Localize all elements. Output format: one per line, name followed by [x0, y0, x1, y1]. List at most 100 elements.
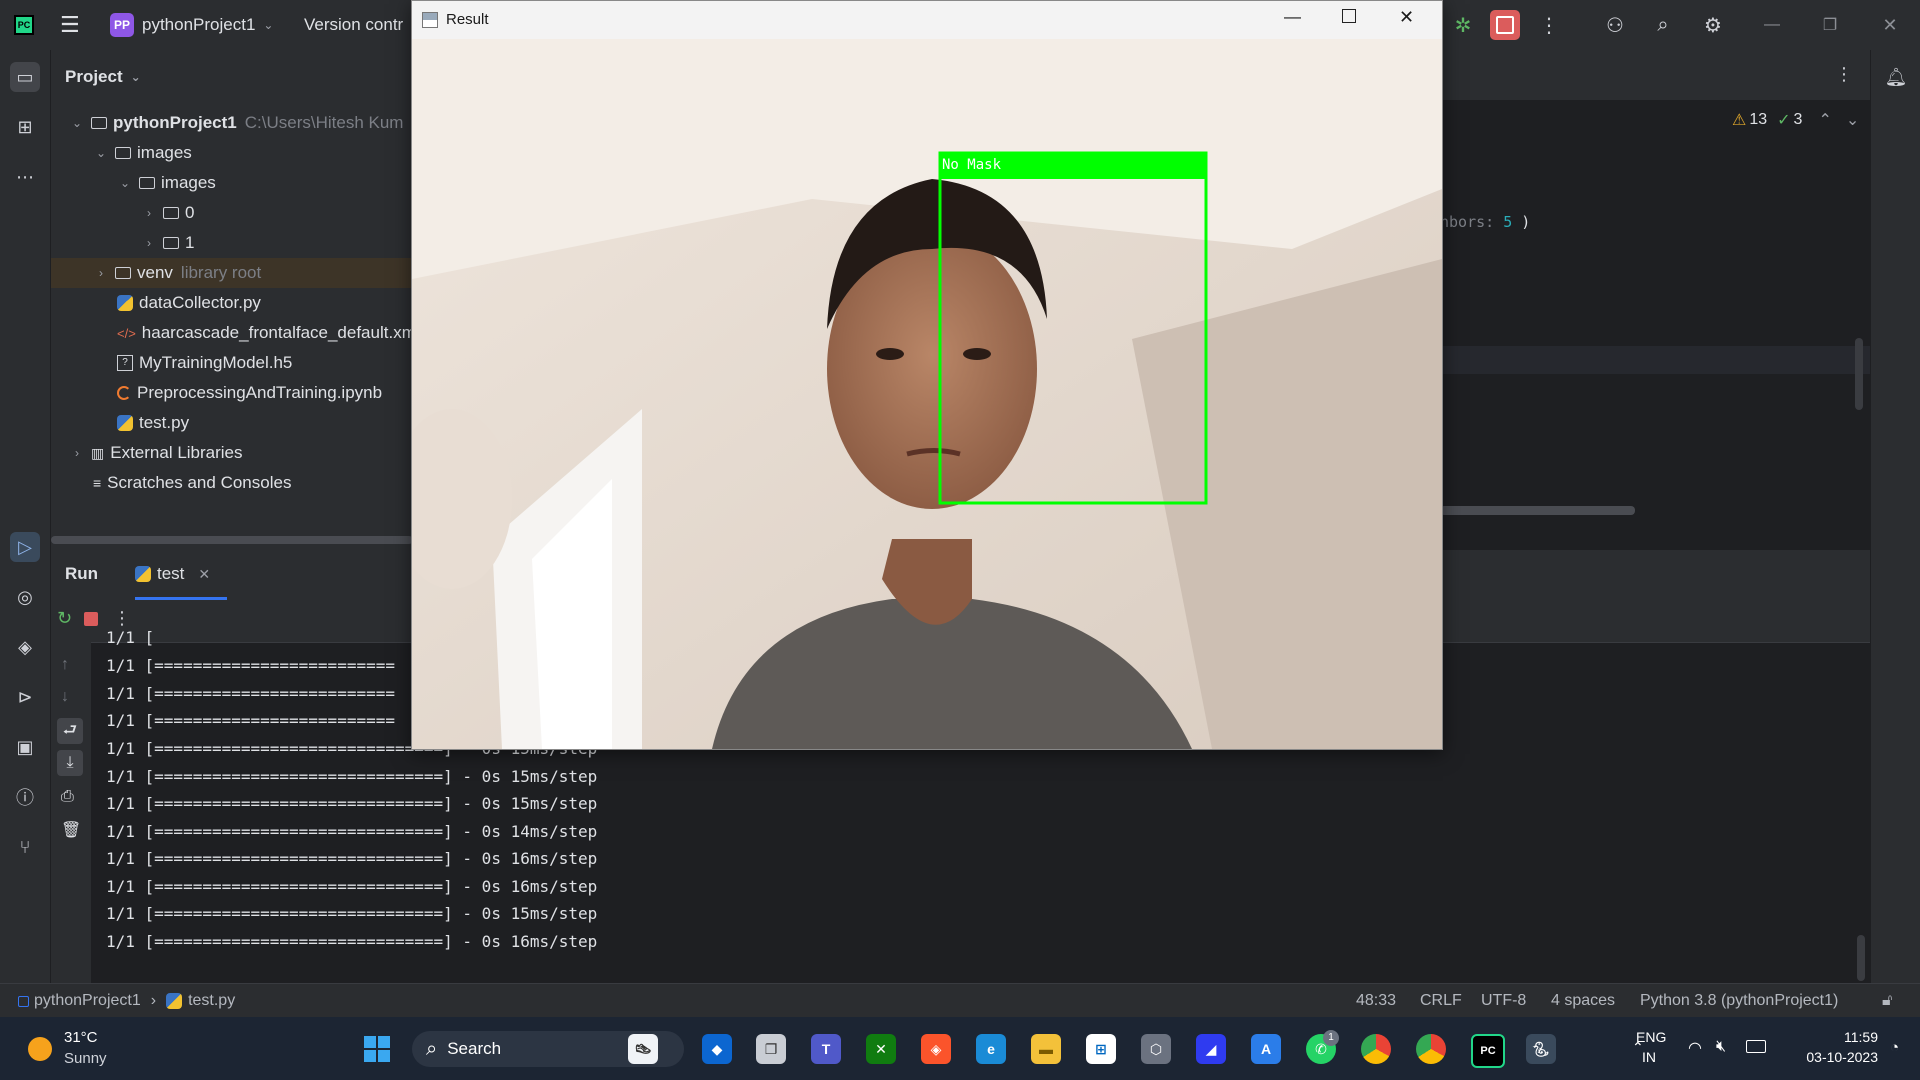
- problems-icon[interactable]: ⓘ: [10, 782, 40, 812]
- file-encoding[interactable]: UTF-8: [1481, 984, 1526, 1018]
- tree-item-external-libraries[interactable]: › ▥ External Libraries: [69, 438, 243, 468]
- search-label: Search: [447, 1039, 502, 1058]
- structure-icon[interactable]: ⊞: [10, 112, 40, 142]
- wifi-icon[interactable]: ◠: [1688, 1038, 1702, 1058]
- teams-icon[interactable]: T: [811, 1034, 841, 1064]
- chevron-up-icon[interactable]: ⌃: [1818, 110, 1831, 130]
- console-scrollbar[interactable]: [1857, 935, 1865, 981]
- soft-wrap-icon[interactable]: ⮐: [57, 718, 83, 744]
- run-tool-icon[interactable]: ▷: [10, 532, 40, 562]
- clock-date[interactable]: 03-10-2023: [1786, 1049, 1878, 1065]
- vertical-scrollbar[interactable]: [1855, 338, 1863, 410]
- lock-icon[interactable]: 🔓︎: [1882, 984, 1892, 1018]
- tree-item-model[interactable]: ? MyTrainingModel.h5: [117, 348, 292, 378]
- tab-test[interactable]: test ✕: [135, 564, 210, 584]
- weather-sun-icon[interactable]: [28, 1037, 52, 1061]
- caret-position[interactable]: 48:33: [1356, 984, 1396, 1018]
- scroll-to-end-icon[interactable]: ⤓: [57, 750, 83, 776]
- stop-button[interactable]: [1490, 10, 1520, 40]
- notifications-bell-icon[interactable]: 🔔︎: [1881, 62, 1911, 92]
- clock-time[interactable]: 11:59: [1786, 1029, 1878, 1045]
- task-view-icon[interactable]: ❐: [756, 1034, 786, 1064]
- widget-sneaker-icon[interactable]: 👟︎: [628, 1034, 658, 1064]
- minimize-icon[interactable]: —: [1284, 7, 1301, 27]
- more-horizontal-icon[interactable]: ⋯: [10, 162, 40, 192]
- arrow-down-icon[interactable]: ↓: [61, 688, 69, 706]
- breadcrumb-project[interactable]: pythonProject1: [34, 992, 141, 1010]
- xbox-icon[interactable]: ✕: [866, 1034, 896, 1064]
- volume-muted-icon[interactable]: 🔇︎: [1716, 1038, 1726, 1056]
- tree-item-test[interactable]: test.py: [117, 408, 189, 438]
- tree-item-label: MyTrainingModel.h5: [139, 353, 293, 372]
- trash-icon[interactable]: 🗑︎: [61, 820, 81, 840]
- minimize-icon[interactable]: —: [1757, 10, 1787, 40]
- chrome-icon[interactable]: [1361, 1034, 1391, 1064]
- indent-setting[interactable]: 4 spaces: [1551, 984, 1615, 1018]
- battery-icon[interactable]: [1746, 1040, 1766, 1053]
- version-control-menu[interactable]: Version contr: [304, 0, 403, 50]
- arrow-up-icon[interactable]: ↑: [61, 656, 69, 674]
- stop-icon[interactable]: [84, 612, 98, 626]
- project-selector[interactable]: PP pythonProject1 ⌄: [110, 0, 273, 50]
- result-window[interactable]: Result — ✕ No Mask: [411, 0, 1443, 750]
- close-icon[interactable]: ✕: [1875, 10, 1905, 40]
- horizontal-scrollbar[interactable]: [1440, 506, 1635, 515]
- microsoft-store-beta-icon[interactable]: ◆: [702, 1034, 732, 1064]
- vscode-icon[interactable]: ◢: [1196, 1034, 1226, 1064]
- rerun-icon[interactable]: ↻: [57, 608, 72, 629]
- weather-description[interactable]: Sunny: [64, 1050, 107, 1067]
- main-menu-icon[interactable]: ☰: [60, 0, 80, 50]
- editor-more-icon[interactable]: ⋮: [1835, 64, 1853, 85]
- weather-temperature[interactable]: 31°C: [64, 1029, 98, 1046]
- tree-item-scratches[interactable]: ≡ Scratches and Consoles: [93, 468, 291, 498]
- maximize-icon[interactable]: [1342, 9, 1356, 23]
- notification-bell-icon[interactable]: ◔: [1890, 1039, 1899, 1056]
- tree-item-images-sub[interactable]: ⌄ images: [117, 168, 216, 198]
- chrome-profile-icon[interactable]: [1416, 1034, 1446, 1064]
- layers-icon[interactable]: ◈: [10, 632, 40, 662]
- file-explorer-icon[interactable]: ▬: [1031, 1034, 1061, 1064]
- brave-browser-icon[interactable]: ◈: [921, 1034, 951, 1064]
- breadcrumb-file[interactable]: test.py: [188, 992, 235, 1010]
- language-code[interactable]: ENG: [1636, 1029, 1666, 1045]
- tree-item-folder-1[interactable]: › 1: [141, 228, 194, 258]
- horizontal-scrollbar[interactable]: [51, 536, 413, 544]
- tree-item-images[interactable]: ⌄ images: [93, 138, 192, 168]
- services-icon[interactable]: ⊳: [10, 682, 40, 712]
- restore-icon[interactable]: ❐: [1815, 10, 1845, 40]
- project-panel-header[interactable]: Project ⌄: [65, 62, 141, 92]
- print-icon[interactable]: ⎙: [61, 788, 74, 806]
- tree-item-venv[interactable]: › venv library root: [93, 258, 261, 288]
- inspection-widget[interactable]: ⚠ 13 ✓ 3 ⌃ ⌄: [1732, 110, 1859, 130]
- python-window-icon[interactable]: 🐍︎: [1526, 1034, 1556, 1064]
- region-code[interactable]: IN: [1642, 1049, 1656, 1065]
- terminal-icon[interactable]: ▣: [10, 732, 40, 762]
- tree-item-datacollector[interactable]: dataCollector.py: [117, 288, 261, 318]
- result-window-titlebar[interactable]: Result — ✕: [412, 1, 1442, 39]
- git-icon[interactable]: ⑂: [10, 832, 40, 862]
- close-icon[interactable]: ✕: [1399, 7, 1414, 28]
- more-vertical-icon[interactable]: ⋮: [113, 608, 131, 629]
- debug-icon[interactable]: ✲: [1448, 10, 1478, 40]
- close-tab-icon[interactable]: ✕: [198, 566, 210, 583]
- settings-gear-icon[interactable]: ⚙: [1698, 10, 1728, 40]
- tree-item-notebook[interactable]: PreprocessingAndTraining.ipynb: [117, 378, 382, 408]
- search-icon[interactable]: ⌕: [1648, 10, 1678, 40]
- line-separator[interactable]: CRLF: [1420, 984, 1462, 1018]
- more-vertical-icon[interactable]: ⋮: [1534, 10, 1564, 40]
- pycharm-taskbar-icon[interactable]: PC: [1471, 1034, 1505, 1068]
- python-console-icon[interactable]: ◎: [10, 582, 40, 612]
- tree-item-haarcascade[interactable]: </> haarcascade_frontalface_default.xm: [117, 318, 416, 348]
- project-folder-icon[interactable]: ▭: [10, 62, 40, 92]
- pycharm-logo-icon[interactable]: PC: [14, 0, 34, 50]
- windows-start-icon[interactable]: [364, 1036, 390, 1062]
- add-user-icon[interactable]: ⚇: [1600, 10, 1630, 40]
- python-interpreter[interactable]: Python 3.8 (pythonProject1): [1640, 984, 1838, 1018]
- microsoft-store-icon[interactable]: ⊞: [1086, 1034, 1116, 1064]
- app-store-icon[interactable]: A: [1251, 1034, 1281, 1064]
- chevron-down-icon[interactable]: ⌄: [1846, 110, 1859, 130]
- settings-app-icon[interactable]: ⬡: [1141, 1034, 1171, 1064]
- tree-item-root[interactable]: ⌄ pythonProject1 C:\Users\Hitesh Kum: [69, 108, 403, 138]
- edge-browser-icon[interactable]: e: [976, 1034, 1006, 1064]
- tree-item-folder-0[interactable]: › 0: [141, 198, 194, 228]
